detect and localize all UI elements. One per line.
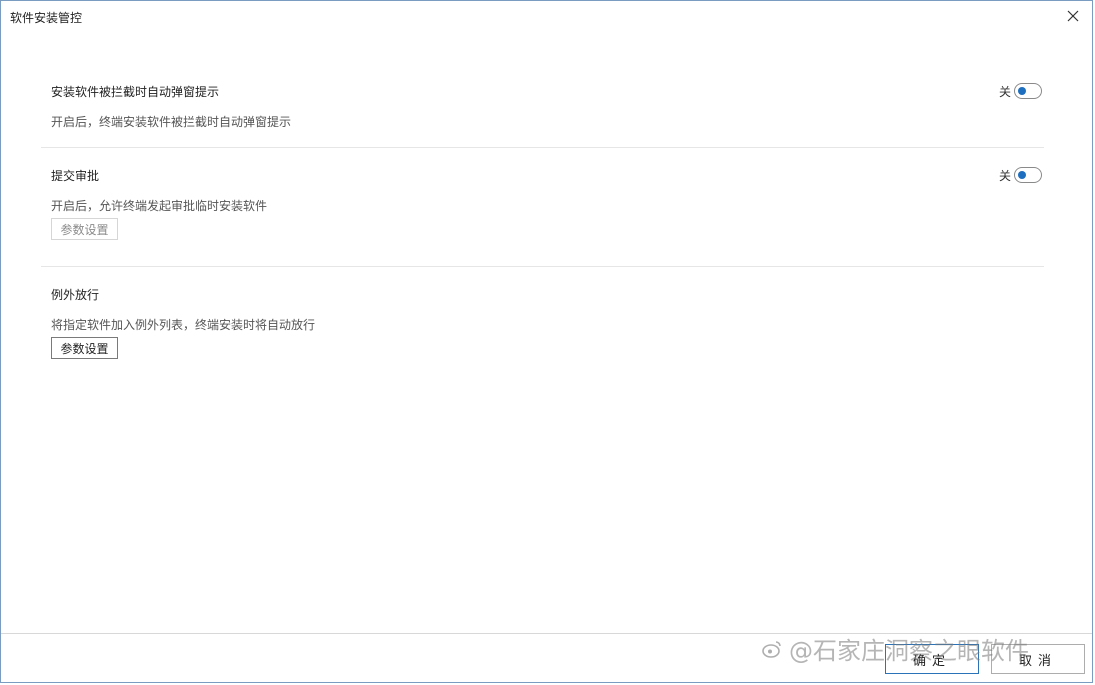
cancel-button[interactable]: 取消 <box>991 644 1085 674</box>
auto-popup-toggle[interactable] <box>1014 83 1042 99</box>
exception-allow-settings-button[interactable]: 参数设置 <box>51 337 118 359</box>
section-description: 开启后，允许终端发起审批临时安装软件 <box>51 199 268 213</box>
submit-approval-toggle[interactable] <box>1014 167 1042 183</box>
section-submit-approval: 提交审批 关 开启后，允许终端发起审批临时安装软件 参数设置 <box>51 167 1042 247</box>
dialog-window: 软件安装管控 安装软件被拦截时自动弹窗提示 关 开启后，终端安装软件被拦截时自动… <box>0 0 1093 683</box>
close-icon <box>1067 10 1079 22</box>
dialog-title: 软件安装管控 <box>10 11 83 25</box>
toggle-state-label: 关 <box>998 84 1011 99</box>
toggle-knob <box>1018 87 1026 95</box>
submit-approval-toggle-group: 关 <box>999 166 1042 184</box>
section-description: 将指定软件加入例外列表，终端安装时将自动放行 <box>51 318 316 332</box>
ok-button[interactable]: 确定 <box>885 644 979 674</box>
divider <box>41 147 1044 148</box>
section-exception-allow: 例外放行 将指定软件加入例外列表，终端安装时将自动放行 参数设置 <box>51 286 1042 366</box>
auto-popup-toggle-group: 关 <box>999 82 1042 100</box>
section-title: 提交审批 <box>51 169 100 183</box>
section-title: 安装软件被拦截时自动弹窗提示 <box>51 85 220 99</box>
weibo-icon <box>762 640 781 658</box>
toggle-state-label: 关 <box>998 168 1011 183</box>
submit-approval-settings-button[interactable]: 参数设置 <box>51 218 118 240</box>
section-title: 例外放行 <box>51 288 100 302</box>
section-description: 开启后，终端安装软件被拦截时自动弹窗提示 <box>51 115 292 129</box>
footer-divider <box>1 633 1092 634</box>
title-bar: 软件安装管控 <box>1 1 1092 33</box>
toggle-knob <box>1018 171 1026 179</box>
divider <box>41 266 1044 267</box>
close-button[interactable] <box>1064 7 1082 25</box>
section-auto-popup: 安装软件被拦截时自动弹窗提示 关 开启后，终端安装软件被拦截时自动弹窗提示 <box>51 82 1042 129</box>
